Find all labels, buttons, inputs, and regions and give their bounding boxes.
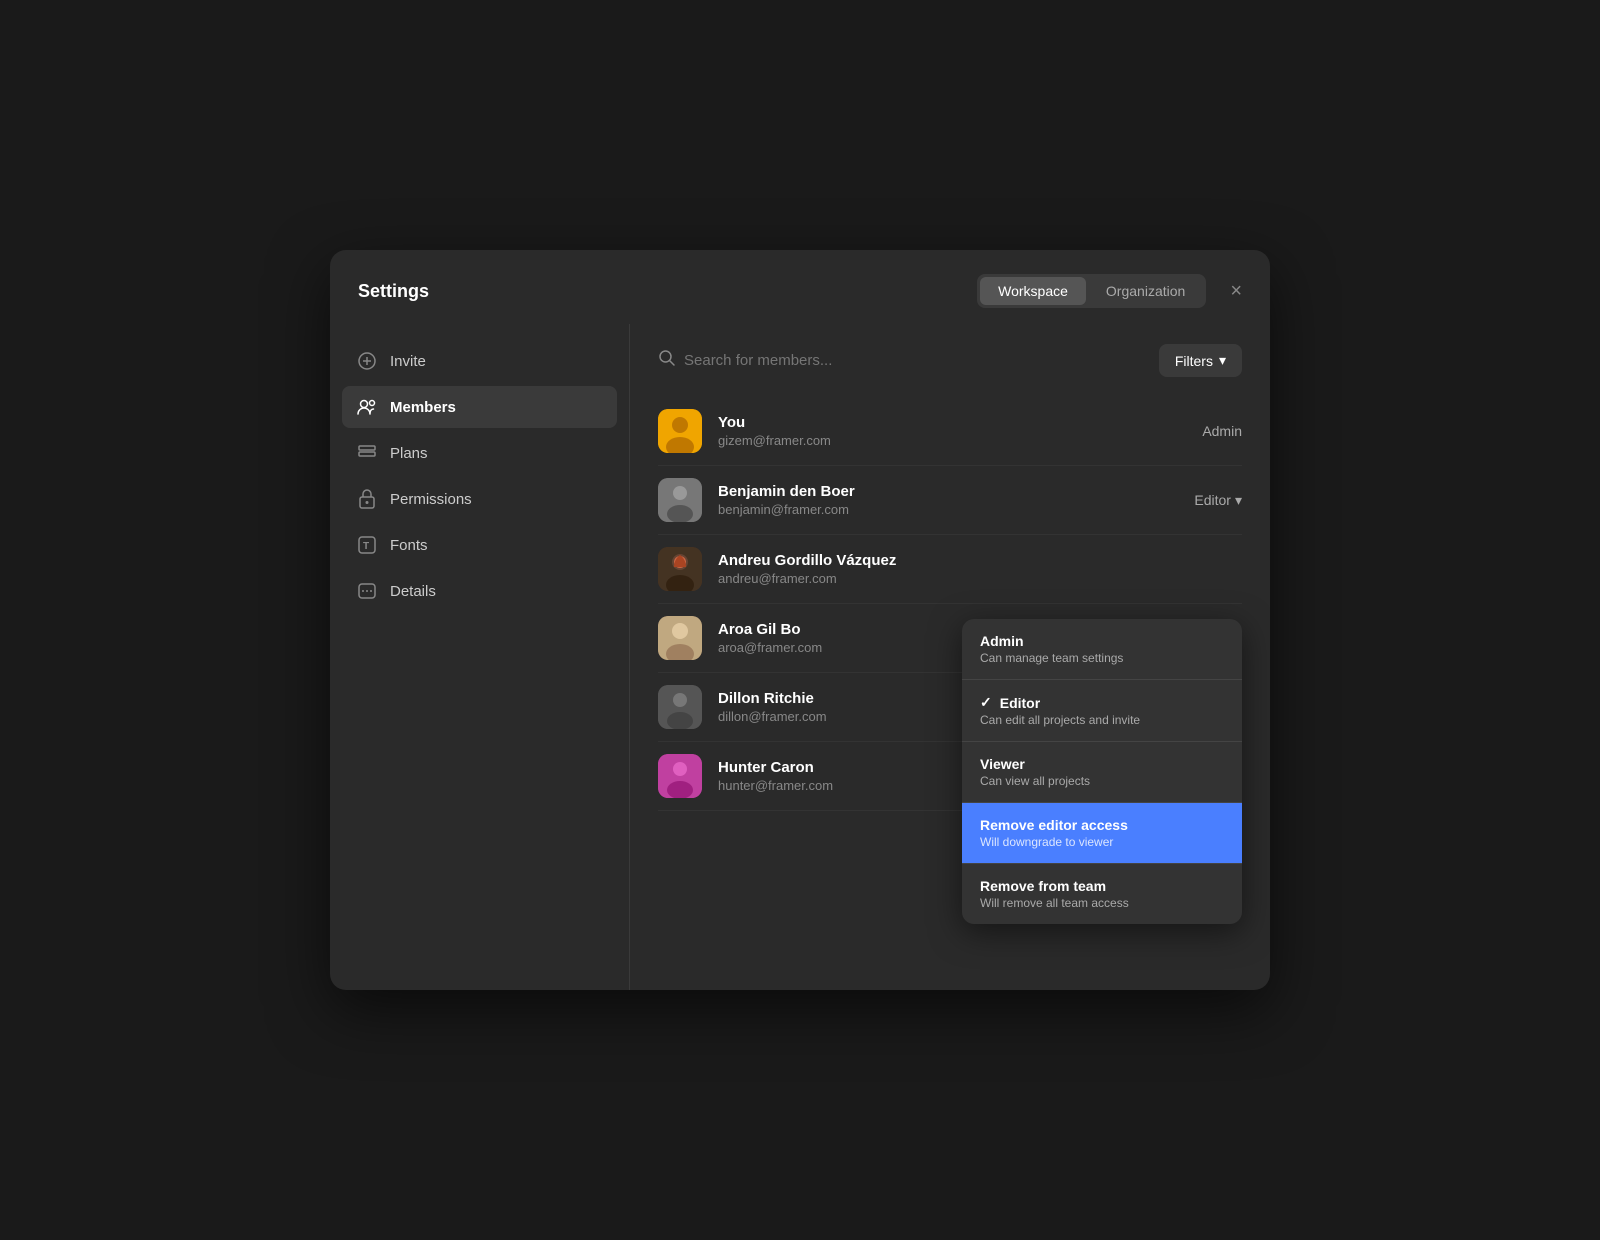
dropdown-item-viewer-desc: Can view all projects [980, 774, 1224, 788]
sidebar-label-invite: Invite [390, 353, 426, 370]
member-role: Admin [1202, 423, 1242, 439]
avatar [658, 478, 702, 522]
settings-modal: Settings Workspace Organization × Invite [330, 250, 1270, 990]
members-icon [356, 396, 378, 418]
dropdown-item-remove-editor[interactable]: Remove editor access Will downgrade to v… [962, 803, 1242, 863]
fonts-icon: T [356, 534, 378, 556]
tab-group: Workspace Organization [977, 274, 1206, 308]
sidebar-item-members[interactable]: Members [342, 386, 617, 428]
dropdown-item-viewer-label: Viewer [980, 756, 1025, 772]
dropdown-item-editor-desc: Can edit all projects and invite [980, 713, 1224, 727]
close-button[interactable]: × [1230, 281, 1242, 301]
checkmark-icon: ✓ [980, 694, 992, 711]
dropdown-item-remove-editor-label: Remove editor access [980, 817, 1128, 833]
main-content: Filters ▾ You [630, 324, 1270, 990]
dropdown-item-remove-team-label: Remove from team [980, 878, 1106, 894]
avatar [658, 616, 702, 660]
member-email: gizem@framer.com [718, 433, 1186, 448]
member-info: Benjamin den Boer benjamin@framer.com [718, 483, 1178, 517]
avatar [658, 754, 702, 798]
modal-body: Invite Members [330, 324, 1270, 990]
sidebar-item-invite[interactable]: Invite [342, 340, 617, 382]
avatar [658, 547, 702, 591]
sidebar-item-details[interactable]: Details [342, 570, 617, 612]
search-bar: Filters ▾ [658, 344, 1242, 377]
member-email: andreu@framer.com [718, 571, 1242, 586]
member-info: Andreu Gordillo Vázquez andreu@framer.co… [718, 552, 1242, 586]
sidebar-item-permissions[interactable]: Permissions [342, 478, 617, 520]
table-row: You gizem@framer.com Admin [658, 397, 1242, 466]
search-input-wrap [658, 349, 1149, 372]
sidebar-label-details: Details [390, 583, 436, 600]
plans-icon [356, 442, 378, 464]
sidebar: Invite Members [330, 324, 630, 990]
sidebar-label-members: Members [390, 399, 456, 416]
role-dropdown-menu: Admin Can manage team settings ✓ Editor … [962, 619, 1242, 924]
dropdown-item-editor[interactable]: ✓ Editor Can edit all projects and invit… [962, 680, 1242, 741]
sidebar-label-permissions: Permissions [390, 491, 472, 508]
modal-header: Settings Workspace Organization × [330, 250, 1270, 308]
sidebar-label-plans: Plans [390, 445, 428, 462]
sidebar-item-plans[interactable]: Plans [342, 432, 617, 474]
table-row: Andreu Gordillo Vázquez andreu@framer.co… [658, 535, 1242, 604]
search-icon [658, 349, 676, 372]
dropdown-item-viewer[interactable]: Viewer Can view all projects [962, 742, 1242, 802]
tab-organization[interactable]: Organization [1088, 277, 1203, 305]
member-name: Benjamin den Boer [718, 483, 1178, 500]
sidebar-item-fonts[interactable]: T Fonts [342, 524, 617, 566]
member-info: You gizem@framer.com [718, 414, 1186, 448]
filters-button[interactable]: Filters ▾ [1159, 344, 1242, 377]
table-row: Benjamin den Boer benjamin@framer.com Ed… [658, 466, 1242, 535]
role-dropdown-button[interactable]: Editor ▾ [1194, 492, 1242, 509]
dropdown-item-editor-label: Editor [1000, 695, 1040, 711]
dropdown-item-admin[interactable]: Admin Can manage team settings [962, 619, 1242, 679]
member-name: Andreu Gordillo Vázquez [718, 552, 1242, 569]
svg-text:T: T [363, 541, 369, 552]
avatar [658, 685, 702, 729]
tab-workspace[interactable]: Workspace [980, 277, 1086, 305]
permissions-icon [356, 488, 378, 510]
dropdown-item-admin-desc: Can manage team settings [980, 651, 1224, 665]
member-name: You [718, 414, 1186, 431]
search-input[interactable] [684, 352, 1149, 369]
dropdown-item-remove-team-desc: Will remove all team access [980, 896, 1224, 910]
avatar [658, 409, 702, 453]
invite-icon [356, 350, 378, 372]
dropdown-item-admin-label: Admin [980, 633, 1024, 649]
dropdown-item-remove-editor-desc: Will downgrade to viewer [980, 835, 1224, 849]
sidebar-label-fonts: Fonts [390, 537, 428, 554]
settings-title: Settings [358, 281, 429, 302]
details-icon [356, 580, 378, 602]
dropdown-item-remove-team[interactable]: Remove from team Will remove all team ac… [962, 864, 1242, 924]
member-email: benjamin@framer.com [718, 502, 1178, 517]
